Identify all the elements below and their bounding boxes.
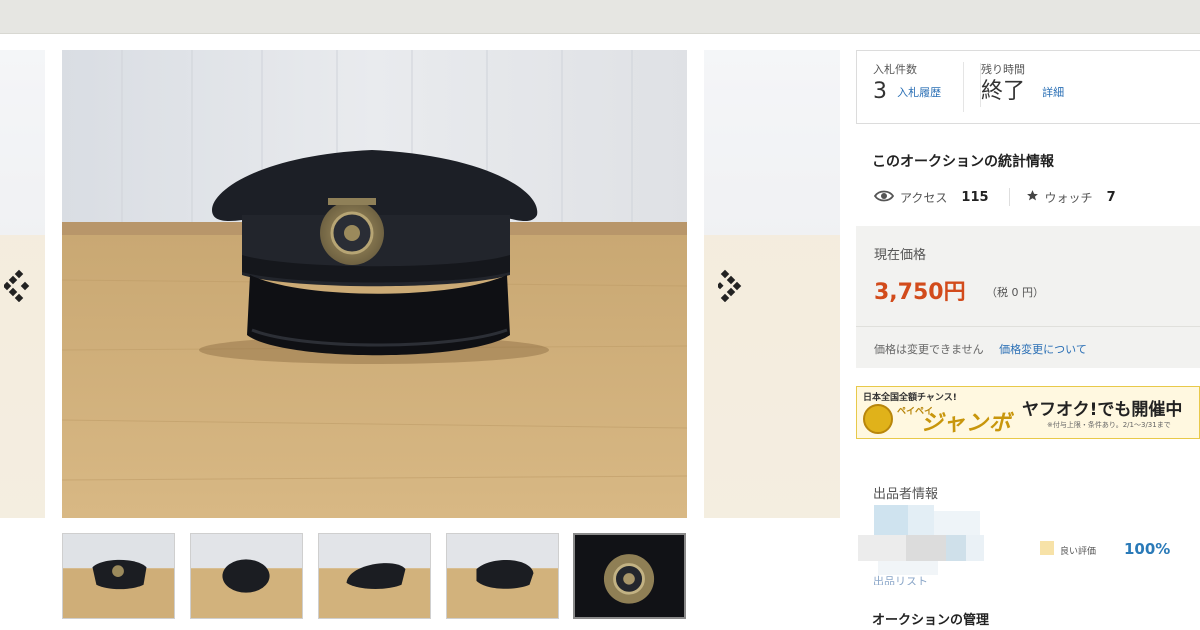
price-note-text: 価格は変更できません (874, 343, 984, 356)
star-icon (1026, 189, 1039, 205)
price-value: 3,750円 (874, 280, 966, 305)
bid-summary-box: 入札件数 3 入札履歴 残り時間 終了 詳細 (856, 50, 1200, 124)
stats-title: このオークションの統計情報 (872, 154, 1054, 170)
eye-icon (873, 189, 895, 206)
price-note: 価格は変更できません 価格変更について (874, 341, 1087, 357)
access-count: 115 (961, 189, 989, 205)
rating-label: 良い評価 (1060, 547, 1097, 557)
banner-fine-print: ※付与上限・条件あり。2/1～3/31まで (1047, 421, 1171, 429)
watch-count: 7 (1106, 189, 1116, 205)
thumbnail-strip (62, 533, 687, 621)
seller-info-label: 出品者情報 (873, 487, 939, 502)
seller-mosaic-redaction (858, 505, 988, 577)
time-remaining-section: 残り時間 終了 詳細 (980, 63, 1064, 107)
bid-count-value: 3 (873, 79, 887, 104)
chevron-right-icon[interactable] (716, 268, 748, 303)
time-remaining-value: 終了 (981, 79, 1026, 104)
bid-divider (963, 62, 964, 112)
thumbnail-4[interactable] (446, 533, 559, 619)
chevron-left-icon[interactable] (2, 268, 34, 303)
seller-list-link[interactable]: 出品リスト (873, 573, 928, 585)
time-detail-link[interactable]: 詳細 (1042, 86, 1064, 99)
banner-jumbo: ジャンボ (921, 411, 1012, 436)
price-label: 現在価格 (874, 248, 927, 263)
campaign-banner[interactable]: 日本全国全額チャンス! ペイペイ ジャンボ ヤフオク!でも開催中 ※付与上限・条… (856, 386, 1200, 439)
browser-top-bar (0, 0, 1200, 34)
main-product-image[interactable] (62, 50, 687, 518)
thumbnail-2[interactable] (190, 533, 303, 619)
price-box: 現在価格 3,750円 （税 0 円） 価格は変更できません 価格変更について (856, 226, 1200, 368)
auction-management-title: オークションの管理 (872, 613, 990, 628)
stats-row: アクセス 115 ウォッチ 7 (873, 186, 1116, 208)
banner-headline: 日本全国全額チャンス! (863, 393, 957, 403)
coin-icon (863, 404, 893, 434)
price-tax: （税 0 円） (986, 286, 1044, 299)
stats-separator (1008, 188, 1010, 206)
price-divider (856, 326, 1200, 327)
price-change-link[interactable]: 価格変更について (999, 343, 1087, 356)
bid-count-section: 入札件数 3 入札履歴 (873, 63, 941, 107)
thumbnail-3[interactable] (318, 533, 431, 619)
time-remaining-label: 残り時間 (981, 63, 1025, 76)
rating-icon (1040, 541, 1054, 555)
thumbnail-5[interactable] (573, 533, 686, 619)
access-label: アクセス (900, 190, 948, 205)
rating-value: 100% (1124, 540, 1171, 558)
banner-right-text: ヤフオク!でも開催中 (1022, 400, 1183, 420)
bid-count-label: 入札件数 (873, 63, 917, 76)
bid-history-link[interactable]: 入札履歴 (897, 86, 941, 99)
watch-label: ウォッチ (1044, 190, 1093, 205)
thumbnail-1[interactable] (62, 533, 175, 619)
